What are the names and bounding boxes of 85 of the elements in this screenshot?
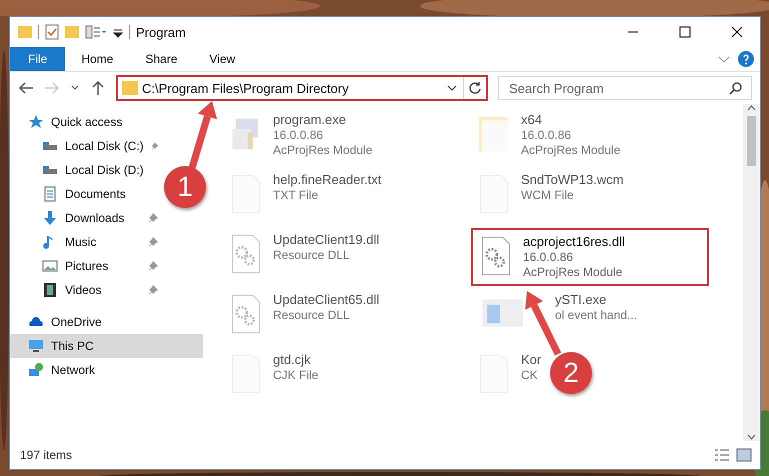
file-item[interactable]: gtd.cjk CJK File [223, 348, 324, 406]
file-detail: CJK File [273, 368, 318, 382]
pin-icon[interactable] [148, 285, 158, 295]
file-name: SndToWP13.wcm [521, 172, 624, 187]
file-name: acproject16res.dll [523, 234, 625, 249]
file-detail: WCM File [521, 188, 575, 202]
item-count: 197 items [20, 448, 72, 462]
file-name: Kor [521, 352, 542, 367]
file-item[interactable]: UpdateClient19.dll Resource DLL [223, 228, 386, 286]
file-detail: AcProjRes Module [273, 143, 372, 157]
ribbon-tab[interactable]: Share [129, 47, 194, 71]
folder-icon [122, 81, 138, 95]
file-name: UpdateClient19.dll [273, 232, 380, 247]
pin-icon[interactable] [148, 261, 158, 271]
star-icon [28, 114, 44, 130]
file-name: program.exe [273, 112, 347, 127]
nav-item[interactable]: Videos [10, 278, 160, 302]
help-icon[interactable] [738, 51, 754, 67]
file-name: x64 [521, 112, 543, 127]
up-icon[interactable] [90, 80, 106, 96]
file-detail: 16.0.0.86 [521, 128, 572, 142]
nav-item[interactable]: Network [10, 358, 160, 382]
file-item[interactable]: help.fineReader.txt TXT File [223, 168, 388, 226]
pin-icon[interactable] [148, 213, 158, 223]
file-item[interactable]: program.exe 16.0.0.86 AcProjRes Module [223, 108, 378, 166]
file-item[interactable]: UpdateClient65.dll Resource DLL [223, 288, 386, 346]
search-icon[interactable] [729, 81, 743, 95]
film-icon [42, 282, 58, 298]
file-detail: CK [521, 368, 539, 382]
file-detail: AcProjRes Module [523, 265, 624, 279]
scrollbar[interactable] [743, 104, 760, 441]
ribbon-tab[interactable]: View [193, 47, 252, 71]
scroll-down-icon[interactable] [747, 433, 756, 441]
file-item[interactable]: SndToWP13.wcm WCM File [471, 168, 630, 226]
nav-item[interactable]: OneDrive [10, 310, 160, 334]
file-name: ySTI.exe [555, 292, 608, 307]
file-detail: ol event hand... [555, 308, 638, 322]
close-icon[interactable] [731, 26, 743, 38]
checklist-icon[interactable] [45, 24, 59, 40]
gear-file-icon [229, 232, 263, 276]
monitor-icon [28, 338, 44, 354]
nav-item[interactable]: Quick access [10, 110, 160, 134]
file-name: gtd.cjk [273, 352, 312, 367]
back-icon[interactable] [18, 80, 34, 96]
file-detail: AcProjRes Module [521, 143, 620, 157]
search-box[interactable]: Search Program [498, 76, 752, 100]
nav-item[interactable]: Pictures [10, 254, 160, 278]
nav-item[interactable]: Downloads [10, 206, 160, 230]
network-icon [28, 362, 44, 378]
nav-item[interactable]: Local Disk (C:) [10, 134, 160, 158]
file-detail: 16.0.0.86 [273, 128, 324, 142]
nav-item[interactable]: Music [10, 230, 160, 254]
picture-frame-icon [42, 258, 58, 274]
address-field[interactable]: C:\Program Files\Program Directory [142, 80, 445, 96]
download-icon [42, 210, 58, 226]
document-icon [42, 186, 58, 202]
properties-icon[interactable] [85, 24, 107, 40]
gear-file-icon [479, 234, 513, 278]
file-item[interactable]: x64 16.0.0.86 AcProjRes Module [471, 108, 626, 166]
details-view-icon[interactable] [714, 448, 730, 462]
scroll-thumb[interactable] [747, 116, 756, 166]
pin-icon[interactable] [148, 237, 158, 247]
nav-item[interactable]: Documents [10, 182, 160, 206]
ribbon-tab[interactable]: File [10, 47, 66, 71]
ribbon-tab[interactable]: Home [65, 47, 130, 71]
file-detail: TXT File [273, 188, 320, 202]
file-item[interactable]: acproject16res.dll 16.0.0.86 AcProjRes Module [471, 228, 709, 286]
file-item[interactable]: Kor CK [471, 348, 548, 406]
file-detail: Resource DLL [273, 248, 351, 262]
maximize-icon[interactable] [679, 26, 691, 38]
window-title: Program [136, 24, 186, 40]
gear-file-icon [229, 292, 263, 336]
file-name: help.fineReader.txt [273, 172, 382, 187]
refresh-icon[interactable] [468, 81, 482, 95]
file-name: UpdateClient65.dll [273, 292, 380, 307]
scroll-up-icon[interactable] [747, 104, 756, 112]
file-detail: Resource DLL [273, 308, 351, 322]
address-bar[interactable]: C:\Program Files\Program Directory [116, 75, 488, 101]
nav-item[interactable]: This PC [10, 334, 203, 358]
file-item[interactable]: ySTI.exe ol event hand... [471, 288, 644, 346]
nav-item[interactable]: Local Disk (D:) [10, 158, 160, 182]
pointer-arrow [188, 101, 217, 169]
file-detail: 16.0.0.86 [523, 250, 574, 264]
pin-icon[interactable] [150, 141, 158, 151]
thumbnail-view-icon[interactable] [736, 448, 752, 462]
